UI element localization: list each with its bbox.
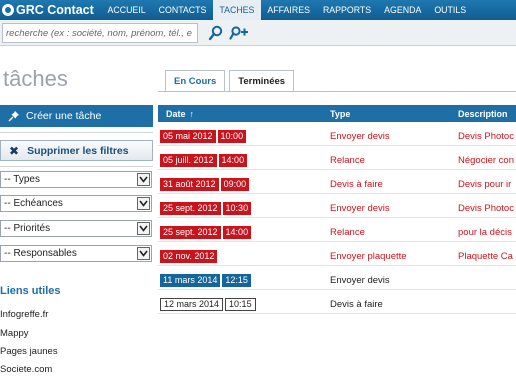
type-cell: Envoyer devis	[330, 274, 390, 286]
date-cell: 05 juill. 2012 14:00	[160, 150, 249, 170]
filter-echeances-value: -- Echéances	[4, 198, 63, 209]
create-task-label: Créer une tâche	[26, 110, 102, 122]
brand-logo[interactable]: GRC Contact	[0, 0, 101, 20]
nav-affaires[interactable]: AFFAIRES	[261, 0, 317, 20]
description-cell: pour la décis	[458, 226, 512, 238]
chevron-down-icon	[137, 197, 150, 210]
table-row[interactable]: 25 sept. 2012 10:30 Envoyer devis Devis Pho…	[158, 198, 516, 218]
divider	[0, 132, 153, 133]
chevron-down-icon	[137, 222, 150, 235]
column-header-type[interactable]: Type	[330, 105, 350, 122]
nav-accueil[interactable]: ACCUEIL	[101, 0, 152, 20]
search-bar	[0, 20, 516, 46]
table-header: Date ↑ Type Description	[158, 105, 516, 122]
nav-agenda[interactable]: AGENDA	[378, 0, 428, 20]
chevron-down-icon	[137, 247, 150, 260]
brand-name: GRC Contact	[16, 3, 94, 17]
table-row[interactable]: 05 mai 2012 10:00 Envoyer devis Devis Photo…	[158, 126, 516, 146]
tab-underline	[158, 91, 516, 92]
description-cell: Devis pour ir	[458, 178, 512, 190]
table-row[interactable]: 11 mars 2014 12:15 Envoyer devis	[158, 270, 516, 290]
description-cell	[458, 270, 516, 290]
time-badge: 10:00	[217, 129, 247, 143]
clear-filters-label: Supprimer les filtres	[27, 144, 129, 157]
tab-en-cours[interactable]: En Cours	[165, 70, 226, 91]
tab-terminees[interactable]: Terminées	[229, 70, 295, 91]
clear-filters-button[interactable]: ✖ Supprimer les filtres	[0, 140, 153, 161]
time-badge: 14:00	[218, 153, 248, 167]
filter-responsables-value: -- Responsables	[4, 248, 77, 259]
column-header-description[interactable]: Description	[458, 105, 508, 122]
close-icon: ✖	[9, 143, 20, 158]
date-cell: 05 mai 2012 10:00	[160, 126, 248, 146]
type-cell: Relance	[330, 154, 365, 166]
filter-types-select[interactable]: -- Types	[0, 171, 152, 188]
nav-contacts[interactable]: CONTACTS	[152, 0, 213, 20]
filter-priorites-select[interactable]: -- Priorités	[0, 220, 152, 237]
date-cell: 12 mars 2014 10:15	[160, 294, 258, 314]
date-badge: 25 sept. 2012	[160, 201, 221, 215]
time-badge: 09:00	[220, 177, 250, 191]
table-row[interactable]: 05 juill. 2012 14:00 Relance Négocier con	[158, 150, 516, 170]
type-cell: Relance	[330, 226, 365, 238]
create-task-button[interactable]: Créer une tâche	[0, 105, 153, 127]
time-badge: 10:15	[225, 297, 256, 311]
date-cell: 02 nov. 2012	[160, 246, 219, 266]
link-pages-jaunes[interactable]: Pages jaunes	[0, 346, 58, 357]
table-row[interactable]: 02 nov. 2012 Envoyer plaquette Plaquette C…	[158, 246, 516, 266]
filter-responsables-select[interactable]: -- Responsables	[0, 245, 152, 262]
date-cell: 31 août 2012 09:00	[160, 174, 251, 194]
link-societe[interactable]: Societe.com	[0, 364, 52, 375]
description-cell: Devis Photoc	[458, 130, 514, 142]
time-badge: 14:00	[222, 225, 252, 239]
filter-echeances-select[interactable]: -- Echéances	[0, 195, 152, 212]
chevron-down-icon	[137, 173, 150, 186]
time-badge: 12:15	[222, 273, 251, 287]
search-icon[interactable]	[208, 25, 224, 41]
column-header-date[interactable]: Date ↑	[166, 105, 194, 122]
date-badge: 12 mars 2014	[160, 297, 224, 311]
logo-icon	[2, 4, 14, 16]
top-navigation-bar: GRC Contact ACCUEIL CONTACTS TACHES AFFA…	[0, 0, 516, 20]
table-row[interactable]: 31 août 2012 09:00 Devis à faire Devis pour…	[158, 174, 516, 194]
filter-priorites-value: -- Priorités	[4, 223, 51, 234]
date-badge: 31 août 2012	[160, 177, 219, 191]
type-cell: Envoyer devis	[330, 202, 390, 214]
type-cell: Envoyer devis	[330, 130, 390, 142]
nav-taches[interactable]: TACHES	[212, 0, 261, 20]
link-infogreffe[interactable]: Infogreffe.fr	[0, 309, 48, 320]
table-row[interactable]: 12 mars 2014 10:15 Devis à faire	[158, 294, 516, 314]
useful-links-heading: Liens utiles	[0, 285, 61, 297]
date-badge: 11 mars 2014	[160, 273, 221, 287]
date-badge: 05 juill. 2012	[160, 153, 217, 167]
page-title: tâches	[3, 66, 68, 91]
divider	[0, 166, 153, 167]
description-cell: Plaquette Ca	[458, 250, 513, 262]
description-cell	[458, 294, 516, 314]
date-badge: 25 sept. 2012	[160, 225, 221, 239]
date-header-label: Date	[166, 108, 186, 119]
task-tabs: En Cours Terminées	[165, 70, 298, 91]
add-contact-icon[interactable]	[229, 25, 249, 41]
nav-rapports[interactable]: RAPPORTS	[316, 0, 377, 20]
filter-types-value: -- Types	[4, 174, 40, 185]
date-cell: 25 sept. 2012 10:30	[160, 198, 253, 218]
date-badge: 05 mai 2012	[160, 129, 216, 143]
type-cell: Envoyer plaquette	[330, 250, 407, 262]
type-cell: Devis à faire	[330, 178, 383, 190]
date-cell: 25 sept. 2012 14:00	[160, 222, 253, 242]
table-row[interactable]: 25 sept. 2012 14:00 Relance pour la décis	[158, 222, 516, 242]
nav-outils[interactable]: OUTILS	[428, 0, 473, 20]
date-cell: 11 mars 2014 12:15	[160, 270, 253, 290]
date-badge: 02 nov. 2012	[160, 249, 218, 263]
link-mappy[interactable]: Mappy	[0, 328, 29, 339]
main-nav: ACCUEIL CONTACTS TACHES AFFAIRES RAPPORT…	[101, 0, 473, 20]
description-cell: Négocier con	[458, 154, 514, 166]
type-cell: Devis à faire	[330, 298, 383, 310]
search-input[interactable]	[2, 23, 198, 43]
time-badge: 10:30	[222, 201, 252, 215]
sort-arrow-icon: ↑	[189, 108, 195, 119]
pin-icon	[8, 110, 20, 122]
description-cell: Devis Photoc	[458, 202, 514, 214]
